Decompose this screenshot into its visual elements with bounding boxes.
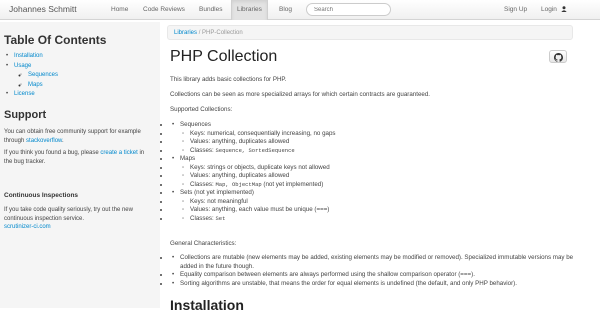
toc-link-license[interactable]: License: [14, 91, 35, 97]
list-item: Values: anything, duplicates allowed: [170, 138, 580, 147]
create-ticket-link[interactable]: create a ticket: [100, 150, 137, 156]
support-text: You can obtain free community support fo…: [4, 129, 141, 144]
nav-home[interactable]: Home: [111, 0, 128, 20]
ci-title: Continuous Inspections: [4, 192, 79, 199]
list-item: Sorting algorithms are unstable, that me…: [170, 280, 580, 289]
bug-text: If you think you found a bug, please cre…: [4, 149, 154, 166]
user-icon: [561, 6, 567, 13]
sidebar: Table Of Contents Installation Usage Seq…: [0, 22, 160, 308]
list-item: Values: anything, each value must be uni…: [170, 206, 580, 215]
installation-heading: Installation: [170, 297, 244, 313]
classes-label: Classes:: [190, 146, 214, 154]
general-label: General Characteristics:: [170, 240, 237, 247]
brand-link[interactable]: Johannes Schmitt: [9, 4, 77, 15]
collections-list: Sequences Keys: numerical, consequential…: [170, 121, 580, 223]
classes-label: Classes:: [190, 214, 214, 222]
list-item: Keys: strings or objects, duplicate keys…: [170, 164, 580, 173]
toc-item: Maps: [28, 81, 58, 91]
list-item: Classes: Sequence, SortedSequence: [170, 147, 580, 156]
supported-label: Supported Collections:: [170, 106, 233, 113]
general-list: Collections are mutable (new elements ma…: [170, 254, 580, 288]
list-item: Collections are mutable (new elements ma…: [170, 254, 580, 271]
toc-item: Usage Sequences Maps: [14, 62, 58, 91]
toc-sublist: Sequences Maps: [14, 71, 58, 90]
login-label: Login: [541, 6, 557, 13]
breadcrumb-separator: /: [198, 30, 201, 36]
toc-item: Sequences: [28, 71, 58, 81]
stackoverflow-link[interactable]: stackoverflow: [26, 138, 62, 144]
breadcrumb-libraries[interactable]: Libraries: [174, 30, 197, 36]
classes-code: Map, ObjectMap: [215, 180, 262, 188]
bug-text-1: If you think you found a bug, please: [4, 150, 99, 156]
scrutinizer-link[interactable]: scrutinizer-ci.com: [4, 224, 51, 230]
nav-libraries[interactable]: Libraries: [231, 0, 268, 20]
breadcrumb: Libraries / PHP-Collection: [167, 25, 573, 40]
toc-link-maps[interactable]: Maps: [28, 82, 43, 88]
support-text-1: You can obtain free community support fo…: [4, 129, 141, 144]
nav-bundles[interactable]: Bundles: [199, 0, 223, 20]
intro-1: This library adds basic collections for …: [170, 76, 287, 83]
toc-link-usage[interactable]: Usage: [14, 63, 31, 69]
login-link[interactable]: Login: [541, 0, 567, 20]
list-item: Values: anything, duplicates allowed: [170, 172, 580, 181]
list-item: Maps: [170, 155, 580, 164]
toc-link-sequences[interactable]: Sequences: [28, 72, 58, 78]
list-item: Sequences: [170, 121, 580, 130]
toc-list: Installation Usage Sequences Maps Licens…: [14, 52, 58, 100]
page-title: PHP Collection: [170, 48, 278, 65]
github-icon: [554, 52, 563, 62]
classes-label: Classes:: [190, 180, 214, 188]
signup-link[interactable]: Sign Up: [504, 0, 527, 20]
top-navbar: Johannes Schmitt Home Code Reviews Bundl…: [0, 0, 600, 20]
list-item: Equality comparison between elements are…: [170, 271, 580, 280]
classes-note: (not yet implemented): [263, 180, 324, 188]
nav-code-reviews[interactable]: Code Reviews: [143, 0, 185, 20]
list-item: Keys: not meaningful: [170, 198, 580, 207]
toc-item: License: [14, 90, 58, 100]
support-title: Support: [4, 109, 47, 121]
list-item: Classes: Set: [170, 215, 580, 224]
intro-2: Collections can be seen as more speciali…: [170, 91, 431, 98]
ci-text-body: If you take code quality seriously, try …: [4, 207, 133, 222]
breadcrumb-current: PHP-Collection: [202, 30, 243, 36]
toc-item: Installation: [14, 52, 58, 62]
toc-link-installation[interactable]: Installation: [14, 53, 43, 59]
github-button[interactable]: [549, 50, 567, 63]
ci-text: If you take code quality seriously, try …: [4, 206, 154, 232]
toc-title: Table Of Contents: [4, 33, 107, 47]
list-item: Classes: Map, ObjectMap (not yet impleme…: [170, 181, 580, 190]
classes-code: Sequence, SortedSequence: [215, 146, 295, 154]
search-input[interactable]: [306, 3, 391, 16]
nav-blog[interactable]: Blog: [279, 0, 292, 20]
list-item: Sets (not yet implemented): [170, 189, 580, 198]
list-item: Keys: numerical, consequentially increas…: [170, 130, 580, 139]
classes-code: Set: [215, 214, 226, 222]
